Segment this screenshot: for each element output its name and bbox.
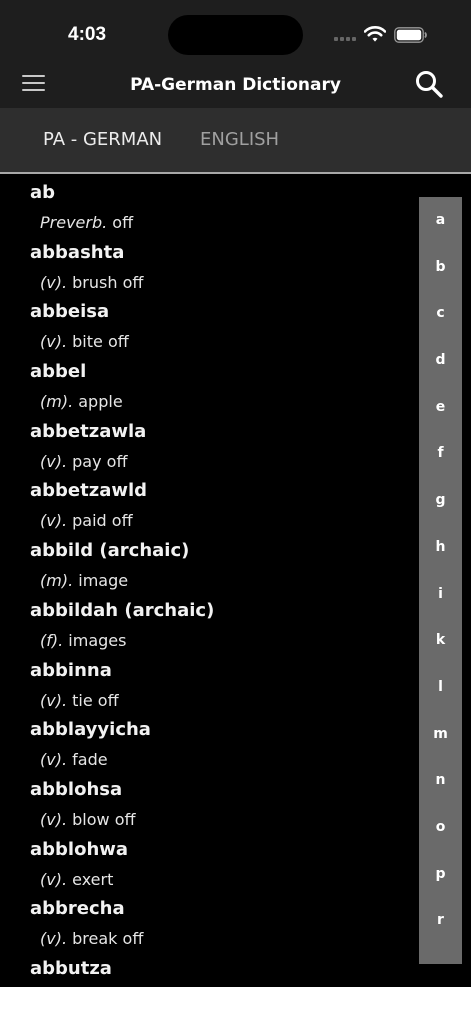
- entry-definition: [40, 980, 410, 987]
- navigation-bar: PA-German Dictionary: [0, 62, 471, 108]
- index-letter-m[interactable]: m: [419, 711, 462, 758]
- entry-meaning: fade: [72, 750, 108, 770]
- part-of-speech: (v).: [40, 451, 68, 471]
- index-letter-d[interactable]: d: [419, 337, 462, 384]
- app-screen: 4:03 PA-German Dictionary PA - GERMAN EN…: [0, 0, 471, 987]
- dictionary-entry[interactable]: abbutza: [0, 950, 410, 987]
- index-letter-p[interactable]: p: [419, 851, 462, 898]
- index-letter-h[interactable]: h: [419, 524, 462, 571]
- part-of-speech: (m).: [40, 392, 74, 412]
- index-letter-l[interactable]: l: [419, 664, 462, 711]
- part-of-speech: (f).: [40, 630, 64, 650]
- entry-meaning: brush off: [72, 272, 144, 292]
- entry-definition: (v). pay off: [40, 443, 410, 471]
- tab-english[interactable]: ENGLISH: [200, 129, 279, 150]
- entry-definition: (m). image: [40, 562, 410, 590]
- entry-word: abbutza: [30, 957, 112, 979]
- battery-icon: [394, 27, 427, 43]
- search-icon[interactable]: [412, 68, 446, 102]
- entry-meaning: apple: [78, 392, 123, 412]
- entry-meaning: exert: [72, 869, 114, 889]
- part-of-speech: (v).: [40, 690, 68, 710]
- entry-definition: (f). images: [40, 622, 410, 650]
- part-of-speech: (v).: [40, 809, 68, 829]
- dictionary-entry[interactable]: abbrecha (v). break off: [0, 890, 410, 950]
- index-letter-k[interactable]: k: [419, 617, 462, 664]
- part-of-speech: (v).: [40, 511, 68, 531]
- entry-word: abbetzawla: [30, 420, 147, 442]
- index-letter-r[interactable]: r: [419, 897, 462, 944]
- entry-meaning: tie off: [72, 690, 119, 710]
- dictionary-entry[interactable]: abblohsa (v). blow off: [0, 771, 410, 831]
- dictionary-entry[interactable]: abbel (m). apple: [0, 353, 410, 413]
- index-letter-i[interactable]: i: [419, 571, 462, 618]
- entry-meaning: break off: [72, 929, 144, 949]
- entry-definition: (v). blow off: [40, 801, 410, 829]
- entry-meaning: paid off: [72, 511, 133, 531]
- entry-definition: (v). break off: [40, 920, 410, 948]
- entry-word: abbildah (archaic): [30, 599, 215, 621]
- part-of-speech: (v).: [40, 332, 68, 352]
- dictionary-entry[interactable]: abbashta (v). brush off: [0, 234, 410, 294]
- entry-word: abbeisa: [30, 301, 110, 323]
- index-letter-a[interactable]: a: [419, 197, 462, 244]
- part-of-speech: (v).: [40, 929, 68, 949]
- entry-meaning: off: [112, 213, 134, 232]
- entry-definition: (m). apple: [40, 383, 410, 411]
- dictionary-entry[interactable]: abbinna (v). tie off: [0, 652, 410, 712]
- entry-definition: (v). fade: [40, 741, 410, 769]
- index-letter-c[interactable]: c: [419, 290, 462, 337]
- tab-pa-german[interactable]: PA - GERMAN: [43, 129, 162, 150]
- entry-definition: (v). exert: [40, 861, 410, 889]
- wifi-icon: [364, 26, 386, 42]
- entry-word: abbinna: [30, 659, 112, 681]
- part-of-speech: (v).: [40, 750, 68, 770]
- entry-word: abblayyicha: [30, 719, 151, 741]
- entry-meaning: blow off: [72, 809, 136, 829]
- dictionary-entry[interactable]: abbetzawla (v). pay off: [0, 413, 410, 473]
- dynamic-island: [168, 15, 303, 55]
- cellular-signal-icon: [334, 37, 358, 43]
- app-title: PA-German Dictionary: [130, 75, 341, 95]
- part-of-speech: Preverb.: [40, 213, 108, 232]
- index-letter-n[interactable]: n: [419, 757, 462, 804]
- index-letter-o[interactable]: o: [419, 804, 462, 851]
- entry-word: abbrecha: [30, 898, 125, 920]
- part-of-speech: (v).: [40, 272, 68, 292]
- entry-definition: (v). tie off: [40, 682, 410, 710]
- entry-meaning: images: [68, 630, 127, 650]
- entry-meaning: image: [78, 571, 129, 591]
- dictionary-entry-list[interactable]: ab Preverb. off abbashta (v). brush off …: [0, 174, 410, 987]
- status-bar: 4:03: [0, 0, 471, 62]
- dictionary-entry[interactable]: abblayyicha (v). fade: [0, 711, 410, 771]
- dictionary-entry[interactable]: abblohwa (v). exert: [0, 831, 410, 891]
- index-letter-f[interactable]: f: [419, 430, 462, 477]
- index-letter-g[interactable]: g: [419, 477, 462, 524]
- dictionary-entry[interactable]: abbild (archaic) (m). image: [0, 532, 410, 592]
- dictionary-entry[interactable]: abbeisa (v). bite off: [0, 293, 410, 353]
- entry-definition: (v). bite off: [40, 323, 410, 351]
- entry-word: abblohwa: [30, 838, 129, 860]
- entry-word: abbel: [30, 361, 87, 383]
- dictionary-entry[interactable]: abbildah (archaic) (f). images: [0, 592, 410, 652]
- alphabet-index-bar[interactable]: a b c d e f g h i k l m n o p r: [419, 197, 462, 964]
- entry-definition: (v). brush off: [40, 264, 410, 292]
- entry-meaning: bite off: [72, 332, 129, 352]
- entry-definition: Preverb. off: [40, 204, 410, 232]
- entry-meaning: pay off: [72, 451, 128, 471]
- part-of-speech: (m).: [40, 571, 74, 591]
- entry-word: abblohsa: [30, 778, 123, 800]
- entry-definition: (v). paid off: [40, 502, 410, 530]
- dictionary-entry[interactable]: ab Preverb. off: [0, 174, 410, 234]
- status-time: 4:03: [68, 24, 107, 45]
- entry-word: ab: [30, 182, 56, 203]
- index-letter-e[interactable]: e: [419, 384, 462, 431]
- part-of-speech: (v).: [40, 869, 68, 889]
- dictionary-entry[interactable]: abbetzawld (v). paid off: [0, 472, 410, 532]
- entry-word: abbashta: [30, 241, 125, 263]
- entry-word: abbild (archaic): [30, 540, 190, 562]
- index-letter-b[interactable]: b: [419, 244, 462, 291]
- language-tab-bar: PA - GERMAN ENGLISH: [0, 108, 471, 174]
- entry-word: abbetzawld: [30, 480, 148, 502]
